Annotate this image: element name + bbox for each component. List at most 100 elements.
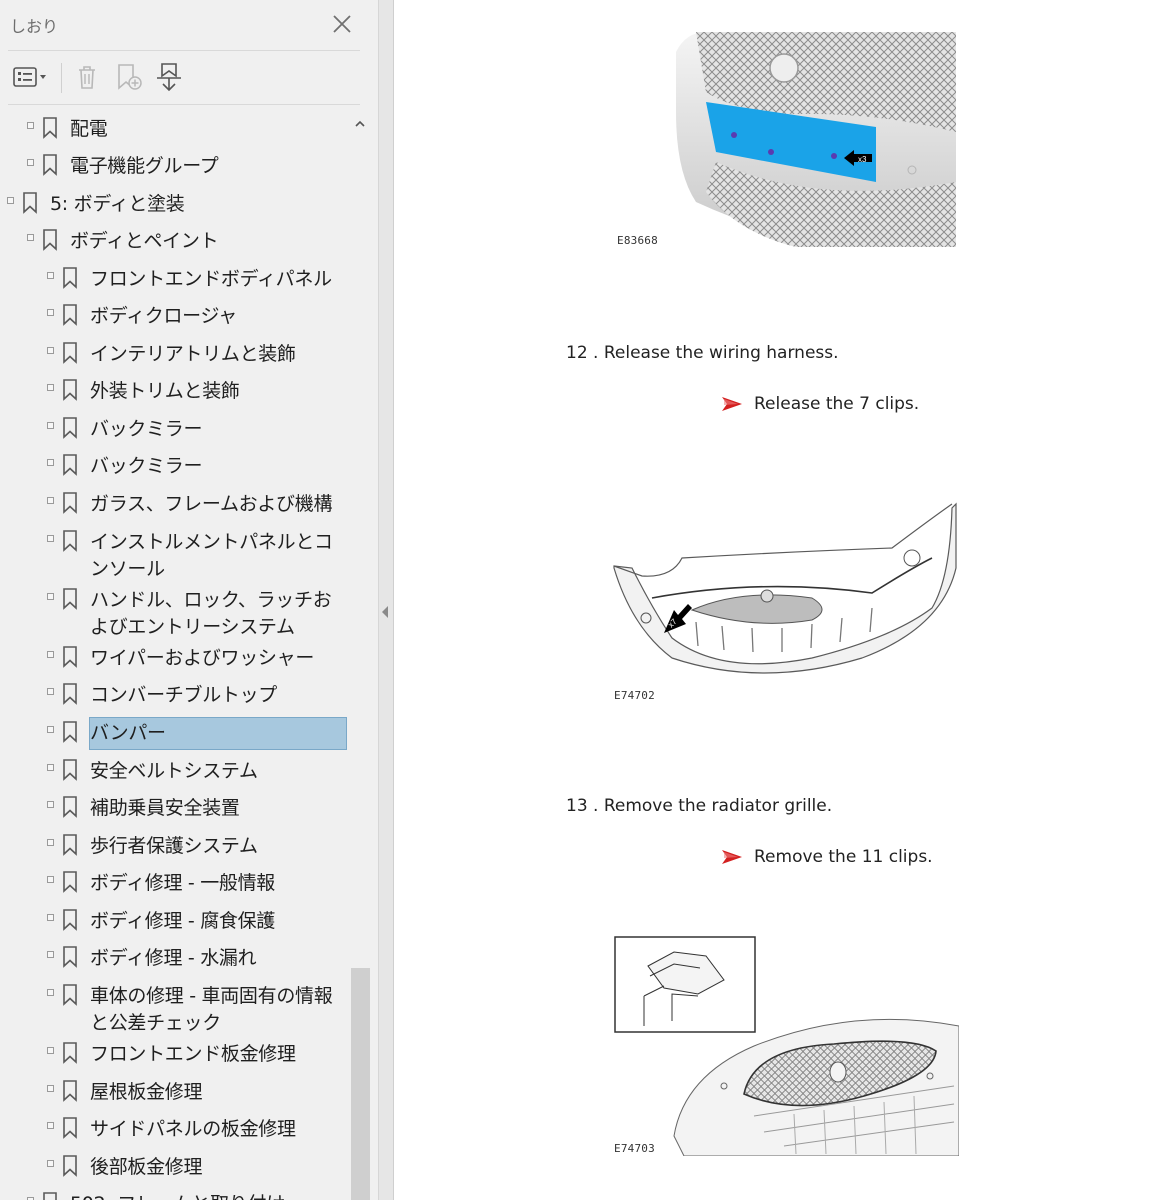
scrollbar-thumb[interactable]	[351, 968, 370, 1200]
bookmark-label: 屋根板金修理	[90, 1081, 203, 1103]
bookmark-label: 外装トリムと装飾	[90, 380, 240, 402]
bookmark-item[interactable]: ボディとペイント	[0, 222, 350, 258]
expand-toggle-icon[interactable]	[47, 1160, 54, 1167]
bookmark-item[interactable]: バックミラー	[0, 447, 350, 483]
step-text: 12 . Release the wiring harness.	[566, 343, 839, 363]
bookmark-icon	[62, 759, 78, 781]
bookmark-item[interactable]: コンバーチブルトップ	[0, 676, 350, 712]
bookmark-icon	[42, 154, 58, 176]
bookmark-icon	[42, 229, 58, 251]
bookmark-item[interactable]: 5: ボディと塗装	[0, 185, 350, 221]
expand-toggle-icon[interactable]	[47, 688, 54, 695]
bookmark-icon	[62, 530, 78, 552]
expand-toggle-icon[interactable]	[7, 197, 14, 204]
bookmark-label: バックミラー	[90, 418, 203, 440]
substep-text: Remove the 11 clips.	[754, 847, 933, 867]
bookmark-label: 5: ボディと塗装	[50, 193, 185, 215]
expand-toggle-icon[interactable]	[47, 272, 54, 279]
expand-toggle-icon[interactable]	[47, 876, 54, 883]
bookmark-item[interactable]: ハンドル、ロック、ラッチおよびエントリーシステム	[0, 581, 350, 638]
expand-toggle-icon[interactable]	[47, 839, 54, 846]
scroll-up-arrow-icon[interactable]	[352, 116, 368, 132]
expand-toggle-icon[interactable]	[47, 384, 54, 391]
collapse-arrow-icon[interactable]	[382, 606, 388, 618]
expand-toggle-icon[interactable]	[47, 497, 54, 504]
bookmark-item[interactable]: インテリアトリムと装飾	[0, 335, 350, 371]
bookmark-item[interactable]: 安全ベルトシステム	[0, 752, 350, 788]
expand-toggle-icon[interactable]	[47, 764, 54, 771]
bookmark-icon	[62, 492, 78, 514]
bookmark-item[interactable]: ワイパーおよびワッシャー	[0, 639, 350, 675]
find-current-bookmark-icon[interactable]	[152, 61, 186, 93]
bookmark-item[interactable]: 502: フレームと取り付け	[0, 1185, 350, 1200]
toolbar-divider	[8, 104, 360, 105]
expand-toggle-icon[interactable]	[27, 234, 34, 241]
bookmark-item[interactable]: 車体の修理 - 車両固有の情報と公差チェック	[0, 977, 350, 1034]
bookmark-item[interactable]: インストルメントパネルとコンソール	[0, 523, 350, 580]
close-icon[interactable]	[330, 12, 354, 36]
bookmark-icon	[62, 946, 78, 968]
expand-toggle-icon[interactable]	[47, 1047, 54, 1054]
expand-toggle-icon[interactable]	[47, 1122, 54, 1129]
bookmark-label: ボディクロージャ	[90, 305, 237, 327]
expand-toggle-icon[interactable]	[47, 726, 54, 733]
bookmark-item[interactable]: バンパー	[0, 714, 350, 750]
bookmark-item[interactable]: ボディクロージャ	[0, 297, 350, 333]
expand-toggle-icon[interactable]	[47, 914, 54, 921]
figure-id: E83668	[617, 234, 658, 247]
bookmark-item[interactable]: 電子機能グループ	[0, 147, 350, 183]
bookmark-item[interactable]: ボディ修理 - 腐食保護	[0, 902, 350, 938]
bookmark-icon	[62, 834, 78, 856]
expand-toggle-icon[interactable]	[47, 422, 54, 429]
bookmark-label: ボディ修理 - 一般情報	[90, 872, 276, 894]
figure-front-bumper: x3	[676, 32, 956, 250]
trash-icon[interactable]	[72, 61, 102, 93]
panel-title: しおり	[10, 17, 59, 36]
bookmark-item[interactable]: ガラス、フレームおよび機構	[0, 485, 350, 521]
bookmark-label: 電子機能グループ	[70, 155, 219, 177]
expand-toggle-icon[interactable]	[47, 459, 54, 466]
bookmark-icon	[62, 683, 78, 705]
expand-toggle-icon[interactable]	[47, 1085, 54, 1092]
bookmark-icon	[62, 379, 78, 401]
list-options-icon[interactable]	[8, 61, 52, 93]
expand-toggle-icon[interactable]	[47, 309, 54, 316]
bookmark-item[interactable]: ボディ修理 - 水漏れ	[0, 939, 350, 975]
panel-splitter[interactable]	[379, 0, 394, 1200]
bookmark-icon	[62, 1042, 78, 1064]
figure-radiator-grille	[614, 936, 960, 1157]
bookmark-label: サイドパネルの板金修理	[90, 1118, 296, 1140]
figure-id: E74702	[614, 689, 655, 702]
expand-toggle-icon[interactable]	[47, 347, 54, 354]
figure-bumper-harness: x7	[612, 498, 958, 678]
expand-toggle-icon[interactable]	[47, 651, 54, 658]
bookmark-item[interactable]: 配電	[0, 110, 350, 146]
bookmark-item[interactable]: フロントエンドボディパネル	[0, 260, 350, 296]
bookmark-item[interactable]: サイドパネルの板金修理	[0, 1110, 350, 1146]
bookmark-label: インテリアトリムと装飾	[90, 343, 296, 365]
bookmark-item[interactable]: 外装トリムと装飾	[0, 372, 350, 408]
bookmark-item[interactable]: ボディ修理 - 一般情報	[0, 864, 350, 900]
bookmark-item[interactable]: フロントエンド板金修理	[0, 1035, 350, 1071]
bookmarks-panel-header: しおり	[0, 0, 378, 50]
bookmark-item[interactable]: 歩行者保護システム	[0, 827, 350, 863]
expand-toggle-icon[interactable]	[47, 593, 54, 600]
expand-toggle-icon[interactable]	[47, 989, 54, 996]
expand-toggle-icon[interactable]	[47, 535, 54, 542]
expand-toggle-icon[interactable]	[47, 951, 54, 958]
expand-toggle-icon[interactable]	[27, 122, 34, 129]
bookmark-item[interactable]: 屋根板金修理	[0, 1073, 350, 1109]
bookmark-icon	[62, 796, 78, 818]
bookmark-label: 配電	[70, 118, 108, 140]
bookmark-item[interactable]: 後部板金修理	[0, 1148, 350, 1184]
expand-toggle-icon[interactable]	[27, 159, 34, 166]
bookmark-item[interactable]: 補助乗員安全装置	[0, 789, 350, 825]
substep-text: Release the 7 clips.	[754, 394, 920, 414]
header-divider	[8, 50, 360, 51]
new-bookmark-icon[interactable]	[112, 61, 146, 93]
bookmark-label: 車体の修理 - 車両固有の情報と公差チェック	[90, 985, 333, 1034]
expand-toggle-icon[interactable]	[47, 801, 54, 808]
bookmark-item[interactable]: バックミラー	[0, 410, 350, 446]
bookmark-label: バンパー	[90, 722, 166, 744]
bookmark-icon	[62, 342, 78, 364]
